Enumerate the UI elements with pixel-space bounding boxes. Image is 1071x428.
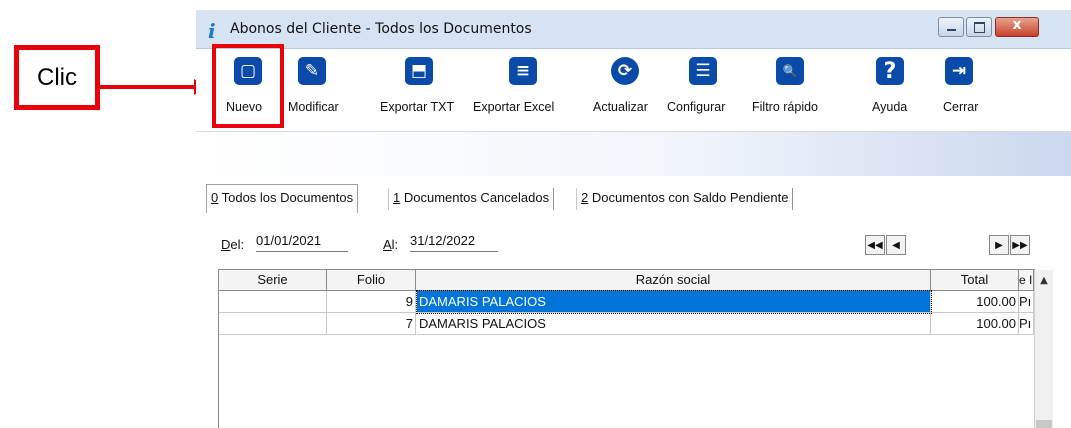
app-info-icon: i — [208, 19, 216, 43]
configurar-button[interactable]: ☰ Configurar — [667, 57, 742, 127]
filtro-rapido-label: Filtro rápido — [752, 100, 818, 114]
header-banner — [204, 132, 1071, 176]
vertical-scrollbar[interactable]: ▲ — [1034, 270, 1053, 428]
close-icon: x — [1012, 17, 1022, 33]
prev-record-button[interactable]: ◀ — [886, 235, 906, 255]
scroll-thumb[interactable] — [1036, 420, 1052, 428]
actualizar-label: Actualizar — [593, 100, 648, 114]
maximize-button[interactable] — [966, 17, 992, 37]
cerrar-button[interactable]: ⇥ Cerrar — [943, 57, 983, 127]
cell-folio: 7 — [327, 313, 416, 335]
toolbar: ▢ Nuevo ✎ Modificar ⬒ Exportar TXT ≡ Exp… — [196, 49, 1071, 132]
configurar-label: Configurar — [667, 100, 726, 114]
exportar-excel-button[interactable]: ≡ Exportar Excel — [473, 57, 573, 127]
title-bar: i Abonos del Cliente - Todos los Documen… — [196, 10, 1071, 49]
col-header-folio[interactable]: Folio — [327, 270, 416, 291]
del-label: Del: — [221, 237, 244, 252]
cell-extra: Pı — [1019, 291, 1034, 313]
del-label-key: D — [221, 237, 231, 252]
ayuda-button[interactable]: ? Ayuda — [872, 57, 912, 127]
minimize-button[interactable] — [938, 17, 964, 37]
exportar-txt-button[interactable]: ⬒ Exportar TXT — [380, 57, 470, 127]
table-row[interactable]: 7 DAMARIS PALACIOS 100.00 Pı — [219, 313, 1034, 335]
cell-total: 100.00 — [931, 291, 1019, 313]
cerrar-label: Cerrar — [943, 100, 979, 114]
exportar-excel-label: Exportar Excel — [473, 100, 555, 114]
cell-serie — [219, 313, 327, 335]
export-txt-icon: ⬒ — [405, 57, 433, 85]
col-header-total[interactable]: Total — [931, 270, 1019, 291]
tab-todos-documentos[interactable]: 0 Todos los Documentos — [206, 184, 359, 213]
annotation-arrow — [100, 85, 196, 89]
last-record-button[interactable]: ▶▶ — [1010, 235, 1030, 255]
export-excel-icon: ≡ — [509, 57, 537, 85]
col-header-extra[interactable]: e I — [1019, 270, 1034, 291]
tab-documentos-cancelados[interactable]: 1 Documentos Cancelados — [388, 188, 555, 210]
tab-documentos-saldo-pendiente[interactable]: 2 Documentos con Saldo Pendiente — [576, 188, 794, 210]
col-header-razon-social[interactable]: Razón social — [416, 270, 931, 291]
cell-razon-social: DAMARIS PALACIOS — [416, 290, 932, 314]
modificar-label: Modificar — [288, 100, 339, 114]
close-exit-icon: ⇥ — [945, 57, 973, 85]
annotation-clic-label: Clic — [14, 45, 100, 110]
window-title: Abonos del Cliente - Todos los Documento… — [230, 21, 532, 37]
app-window: i Abonos del Cliente - Todos los Documen… — [196, 10, 1071, 428]
modificar-button[interactable]: ✎ Modificar — [288, 57, 348, 127]
al-label-rest: l: — [391, 237, 399, 252]
al-label-key: A — [383, 237, 392, 252]
filtro-rapido-button[interactable]: 🔍 Filtro rápido — [752, 57, 832, 127]
del-date-field[interactable]: 01/01/2021 — [256, 233, 348, 252]
next-record-button[interactable]: ▶ — [989, 235, 1009, 255]
scroll-up-icon[interactable]: ▲ — [1035, 270, 1053, 291]
tab-label: Documentos con Saldo Pendiente — [588, 190, 789, 205]
cell-razon-social: DAMARIS PALACIOS — [417, 313, 931, 335]
col-header-serie[interactable]: Serie — [219, 270, 327, 291]
cell-serie — [219, 291, 327, 313]
cell-total: 100.00 — [931, 313, 1019, 335]
al-label: Al: — [383, 237, 398, 252]
tab-label: Todos los Documentos — [218, 190, 354, 205]
del-label-rest: el: — [230, 237, 245, 252]
first-record-button[interactable]: ◀◀ — [865, 235, 885, 255]
help-icon: ? — [876, 57, 904, 85]
tab-label: Documentos Cancelados — [400, 190, 550, 205]
edit-document-icon: ✎ — [298, 57, 326, 85]
refresh-icon: ⟳ — [611, 57, 639, 85]
actualizar-button[interactable]: ⟳ Actualizar — [593, 57, 663, 127]
al-date-field[interactable]: 31/12/2022 — [410, 233, 498, 252]
close-window-button[interactable]: x — [995, 17, 1039, 37]
ayuda-label: Ayuda — [872, 100, 908, 114]
documents-table: Serie Folio Razón social Total e I 9 DAM… — [218, 269, 1053, 428]
cell-extra: Pı — [1019, 313, 1034, 335]
table-row[interactable]: 9 DAMARIS PALACIOS 100.00 Pı — [219, 290, 1034, 314]
cell-folio: 9 — [327, 291, 416, 313]
exportar-txt-label: Exportar TXT — [380, 100, 455, 114]
quick-filter-icon: 🔍 — [776, 57, 804, 85]
annotation-highlight-box — [212, 44, 284, 128]
configure-icon: ☰ — [689, 57, 717, 85]
